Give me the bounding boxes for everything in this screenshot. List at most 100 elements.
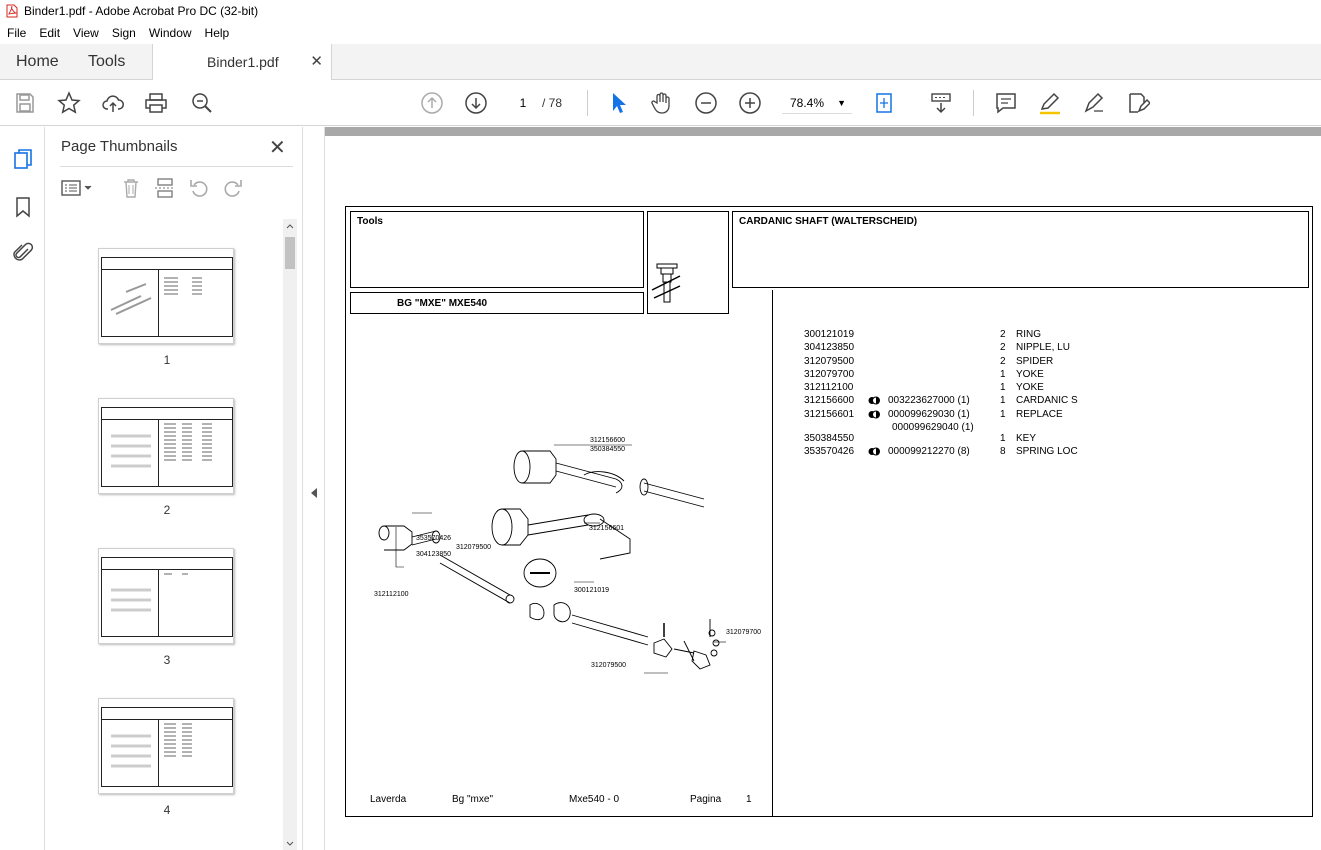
menu-file[interactable]: File xyxy=(0,26,32,40)
thumbnail-label: 3 xyxy=(163,653,171,667)
menu-window[interactable]: Window xyxy=(142,26,198,40)
save-icon[interactable] xyxy=(13,91,37,115)
thumbnail-preview xyxy=(101,407,233,487)
title-box: CARDANIC SHAFT (WALTERSCHEID) xyxy=(732,211,1309,288)
tab-tools[interactable]: Tools xyxy=(88,44,125,80)
part-quantity: 1 xyxy=(1000,433,1006,445)
scrollbar-thumb[interactable] xyxy=(285,237,295,269)
find-zoom-icon[interactable] xyxy=(190,91,214,115)
extract-page-icon[interactable] xyxy=(154,177,176,199)
chevron-down-icon: ▼ xyxy=(837,98,846,108)
part-code: 312079500 xyxy=(804,355,855,367)
parts-row: 000099629040 (1) xyxy=(804,421,1204,433)
menu-view[interactable]: View xyxy=(66,26,105,40)
sign-pen-icon[interactable] xyxy=(1082,91,1106,115)
part-description: SPIDER xyxy=(1016,355,1054,367)
panel-title: Page Thumbnails xyxy=(61,138,178,155)
rotate-left-icon[interactable] xyxy=(188,177,210,199)
document-title: CARDANIC SHAFT (WALTERSCHEID) xyxy=(739,216,918,227)
part-quantity: 1 xyxy=(1000,368,1006,380)
model-box: BG "MXE" MXE540 xyxy=(350,292,644,314)
page-total: / 78 xyxy=(542,96,563,110)
fit-page-icon[interactable] xyxy=(873,91,904,115)
close-tab-icon[interactable]: ✕ xyxy=(310,52,323,70)
hand-tool-icon[interactable] xyxy=(650,91,674,115)
close-panel-icon[interactable]: ✕ xyxy=(269,135,286,160)
rotate-right-icon[interactable] xyxy=(222,177,244,199)
part-code: 312156601 xyxy=(804,408,855,420)
callout-label: 312156600 xyxy=(590,437,626,444)
tool-image-box xyxy=(647,211,729,314)
previous-page-icon[interactable] xyxy=(420,91,444,115)
edit-form-icon[interactable] xyxy=(1126,91,1152,115)
select-cursor-icon[interactable] xyxy=(606,91,630,115)
menu-bar: File Edit View Sign Window Help xyxy=(0,22,1321,44)
part-description: KEY xyxy=(1016,433,1037,445)
part-reference: 000099212270 (8) xyxy=(888,446,970,458)
part-quantity: 1 xyxy=(1000,395,1006,407)
callout-label: 312079500 xyxy=(591,662,627,669)
pdf-page: Tools CARDANIC SHAFT (WALTERSCHEID) BG "… xyxy=(345,206,1313,817)
delete-page-icon[interactable] xyxy=(120,177,142,199)
comment-icon[interactable] xyxy=(994,91,1018,115)
parts-row: 350384550 1 KEY xyxy=(804,432,1204,445)
part-code: 304123850 xyxy=(804,342,855,354)
part-code: 353570426 xyxy=(804,446,855,458)
document-viewer[interactable]: Tools CARDANIC SHAFT (WALTERSCHEID) BG "… xyxy=(325,127,1321,850)
footer-page-label: Pagina xyxy=(690,794,722,805)
part-code: 312112100 xyxy=(804,382,854,394)
thumbnail-preview xyxy=(101,257,233,337)
parts-row: 312156601 000099629030 (1) 1 REPLACE xyxy=(804,408,1204,421)
callout-label: 350384550 xyxy=(590,446,626,453)
zoom-out-icon[interactable] xyxy=(694,91,718,115)
window-title: Binder1.pdf - Adobe Acrobat Pro DC (32-b… xyxy=(24,4,259,18)
part-description: NIPPLE, LU xyxy=(1016,342,1070,354)
upload-cloud-icon[interactable] xyxy=(101,91,125,115)
zoom-in-icon[interactable] xyxy=(738,91,762,115)
print-icon[interactable] xyxy=(144,91,168,115)
zoom-level-value: 78.4% xyxy=(790,96,825,110)
parts-row: 353570426 000099212270 (8) 8 SPRING LOC xyxy=(804,445,1204,458)
pdf-app-icon xyxy=(6,4,18,18)
page-thumbnails-icon[interactable] xyxy=(11,147,35,171)
menu-edit[interactable]: Edit xyxy=(32,26,66,40)
next-page-icon[interactable] xyxy=(464,91,488,115)
part-description: RING xyxy=(1016,329,1041,340)
page-thumbnail[interactable]: 1 xyxy=(98,248,234,367)
column-divider xyxy=(772,290,773,816)
thumbnail-label: 4 xyxy=(163,803,171,817)
parts-list: 300121019 2 RING 304123850 2 NIPPLE, LU 312079… xyxy=(804,328,1204,459)
part-reference: 000099629030 (1) xyxy=(888,408,970,420)
page-number-input[interactable]: 1 xyxy=(508,92,538,114)
page-thumbnail[interactable]: 3 xyxy=(98,548,234,667)
thumbnail-scrollbar[interactable] xyxy=(283,219,297,850)
callout-label: 300121019 xyxy=(574,587,610,594)
attachments-icon[interactable] xyxy=(11,241,35,265)
zoom-level-select[interactable]: 78.4% ▼ xyxy=(782,92,852,114)
thumbnail-label: 2 xyxy=(163,503,171,517)
tab-home[interactable]: Home xyxy=(16,44,59,80)
callout-label: 312156601 xyxy=(589,525,625,532)
callout-label: 312079700 xyxy=(726,629,762,636)
part-description: YOKE xyxy=(1016,368,1044,380)
menu-help[interactable]: Help xyxy=(198,26,236,40)
page-thumbnail[interactable]: 4 xyxy=(98,698,234,817)
highlight-pen-icon[interactable] xyxy=(1038,91,1062,115)
menu-sign[interactable]: Sign xyxy=(105,26,142,40)
part-quantity: 2 xyxy=(1000,329,1006,340)
bookmarks-icon[interactable] xyxy=(11,195,35,219)
part-description: REPLACE xyxy=(1016,408,1063,420)
part-code: 312156600 xyxy=(804,395,855,407)
parts-row: 312079500 2 SPIDER xyxy=(804,355,1204,368)
model-label: BG "MXE" MXE540 xyxy=(397,298,488,309)
thumbnail-label: 1 xyxy=(163,353,171,367)
scroll-mode-icon[interactable] xyxy=(929,91,953,115)
page-gap xyxy=(325,127,1321,136)
part-quantity: 2 xyxy=(1000,355,1006,367)
bookmark-star-icon[interactable] xyxy=(57,91,81,115)
tab-document[interactable]: Binder1.pdf ✕ xyxy=(152,44,332,81)
part-description: SPRING LOC xyxy=(1016,446,1078,458)
options-menu-icon[interactable] xyxy=(60,177,92,199)
page-thumbnail[interactable]: 2 xyxy=(98,398,234,517)
panel-collapse-strip[interactable] xyxy=(303,127,325,850)
